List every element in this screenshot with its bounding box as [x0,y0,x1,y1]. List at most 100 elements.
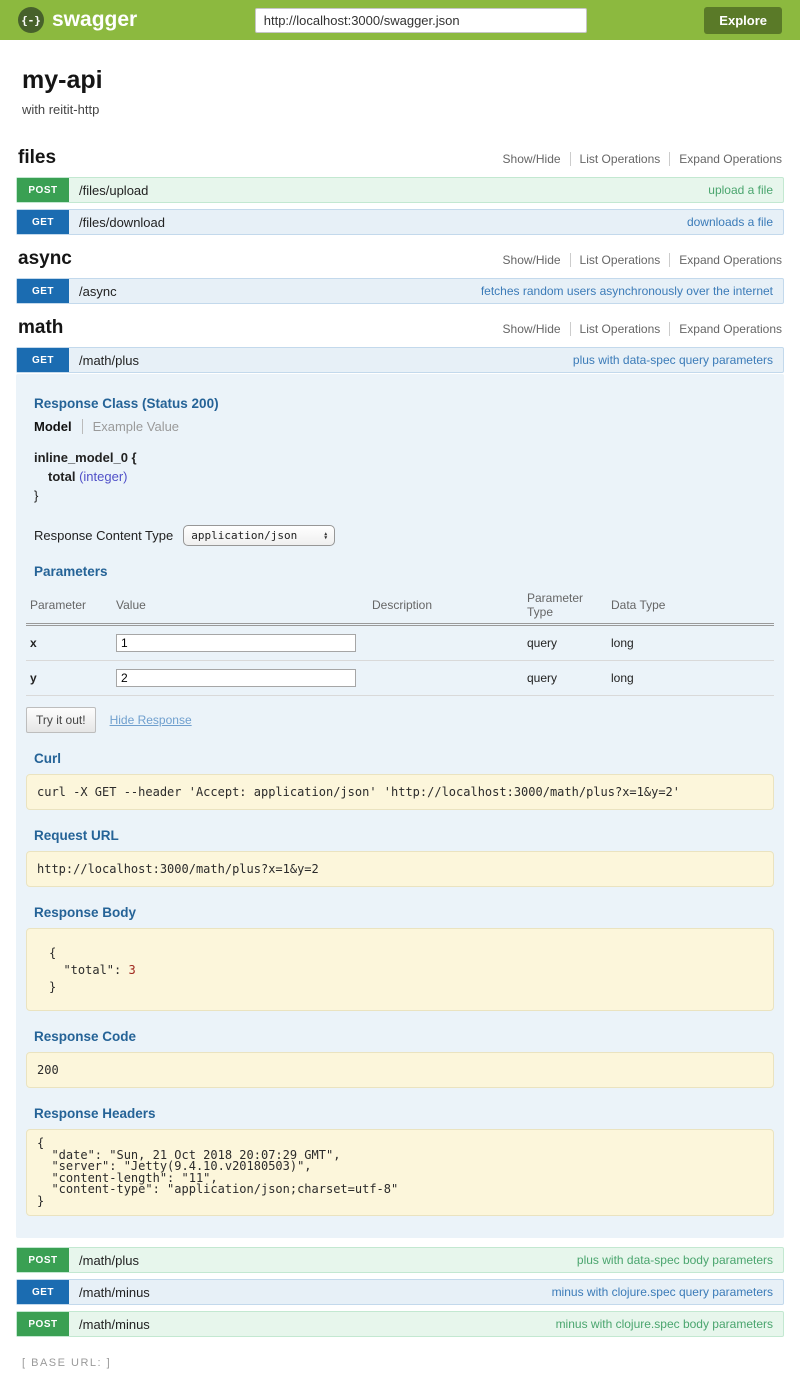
col-data-type: Data Type [607,587,774,625]
operation-row[interactable]: GET /files/download downloads a file [16,209,784,235]
parameters-title: Parameters [34,564,774,579]
request-url-value: http://localhost:3000/math/plus?x=1&y=2 [26,851,774,887]
tab-example-value[interactable]: Example Value [83,419,179,434]
operation-row[interactable]: GET /async fetches random users asynchro… [16,278,784,304]
select-arrows-icon: ▲▼ [324,532,327,540]
col-value: Value [112,587,368,625]
parameter-name: x [26,625,112,661]
swagger-logo-text: swagger [52,8,137,32]
json-open-brace: { [49,945,763,962]
operation-path[interactable]: /files/download [79,215,165,230]
http-method-badge[interactable]: POST [17,1248,69,1272]
response-content-type-label: Response Content Type [34,528,173,543]
operation-summary[interactable]: plus with data-spec body parameters [577,1253,773,1267]
http-method-badge[interactable]: GET [17,1280,69,1304]
http-method-badge[interactable]: POST [17,1312,69,1336]
list-operations-link[interactable]: List Operations [570,152,670,166]
json-total-line: "total": 3 [49,962,763,979]
model-property-name: total [48,469,75,484]
operation-summary[interactable]: minus with clojure.spec body parameters [556,1317,773,1331]
expand-operations-link[interactable]: Expand Operations [669,152,782,166]
operation-path[interactable]: /math/plus [79,353,139,368]
model-open-line: inline_model_0 { [34,448,774,467]
response-headers-code: { "date": "Sun, 21 Oct 2018 20:07:29 GMT… [26,1129,774,1216]
resource-header: math Show/Hide List Operations Expand Op… [18,317,782,339]
explore-button[interactable]: Explore [704,7,782,34]
parameter-row: y query long [26,661,774,696]
operation-path[interactable]: /files/upload [79,183,148,198]
operation-path[interactable]: /async [79,284,117,299]
show-hide-link[interactable]: Show/Hide [494,152,570,166]
top-bar: {-} swagger Explore [0,0,800,40]
operation-summary[interactable]: plus with data-spec query parameters [573,353,773,367]
parameter-data-type: long [607,661,774,696]
parameter-description [368,661,523,696]
response-class-title: Response Class (Status 200) [34,396,774,411]
col-description: Description [368,587,523,625]
resource-header: async Show/Hide List Operations Expand O… [18,248,782,270]
operation-summary[interactable]: minus with clojure.spec query parameters [552,1285,773,1299]
operation-summary[interactable]: downloads a file [687,215,773,229]
operation-path[interactable]: /math/minus [79,1317,150,1332]
parameter-row: x query long [26,625,774,661]
http-method-badge[interactable]: GET [17,348,69,372]
selected-content-type: application/json [191,529,297,542]
show-hide-link[interactable]: Show/Hide [494,322,570,336]
request-url-title: Request URL [34,828,774,843]
response-headers-title: Response Headers [34,1106,774,1121]
parameter-type: query [523,661,607,696]
json-number-value: 3 [128,963,135,977]
resource-links: Show/Hide List Operations Expand Operati… [494,152,782,166]
base-url-footer: [ BASE URL: ] [22,1357,778,1369]
json-key: "total": [63,963,121,977]
tab-model[interactable]: Model [34,419,83,434]
model-property-type: (integer) [79,469,127,484]
col-parameter: Parameter [26,587,112,625]
list-operations-link[interactable]: List Operations [570,253,670,267]
col-parameter-type: Parameter Type [523,587,607,625]
operation-row[interactable]: GET /math/minus minus with clojure.spec … [16,1279,784,1305]
operation-path[interactable]: /math/plus [79,1253,139,1268]
resource-links: Show/Hide List Operations Expand Operati… [494,322,782,336]
operation-detail-panel: Response Class (Status 200) Model Exampl… [16,374,784,1238]
expand-operations-link[interactable]: Expand Operations [669,322,782,336]
list-operations-link[interactable]: List Operations [570,322,670,336]
signature-tabs: Model Example Value [34,419,774,434]
operation-row[interactable]: POST /files/upload upload a file [16,177,784,203]
operation-row[interactable]: POST /math/minus minus with clojure.spec… [16,1311,784,1337]
operation-summary[interactable]: upload a file [708,183,773,197]
parameter-x-input[interactable] [116,634,356,652]
hide-response-link[interactable]: Hide Response [110,713,192,727]
parameter-name: y [26,661,112,696]
operation-row[interactable]: POST /math/plus plus with data-spec body… [16,1247,784,1273]
try-it-out-button[interactable]: Try it out! [26,707,96,733]
resource-async: async Show/Hide List Operations Expand O… [16,248,784,304]
response-code-title: Response Code [34,1029,774,1044]
swagger-logo[interactable]: {-} swagger [18,7,137,33]
resource-math: math Show/Hide List Operations Expand Op… [16,317,784,1337]
http-method-badge[interactable]: GET [17,279,69,303]
spec-url-input[interactable] [255,8,587,33]
resource-header: files Show/Hide List Operations Expand O… [18,147,782,169]
http-method-badge[interactable]: POST [17,178,69,202]
response-body-title: Response Body [34,905,774,920]
operation-summary[interactable]: fetches random users asynchronously over… [481,284,773,298]
parameter-type: query [523,625,607,661]
response-content-type-row: Response Content Type application/json ▲… [34,525,774,546]
parameter-description [368,625,523,661]
operation-path[interactable]: /math/minus [79,1285,150,1300]
curl-title: Curl [34,751,774,766]
parameter-y-input[interactable] [116,669,356,687]
show-hide-link[interactable]: Show/Hide [494,253,570,267]
resource-name[interactable]: async [18,248,72,270]
expand-operations-link[interactable]: Expand Operations [669,253,782,267]
resource-name[interactable]: math [18,317,63,339]
response-code-value: 200 [26,1052,774,1088]
curl-command: curl -X GET --header 'Accept: applicatio… [26,774,774,810]
model-close-line: } [34,486,774,505]
response-content-type-select[interactable]: application/json ▲▼ [183,525,335,546]
resource-name[interactable]: files [18,147,56,169]
json-close-brace: } [49,979,763,996]
operation-row[interactable]: GET /math/plus plus with data-spec query… [16,347,784,373]
http-method-badge[interactable]: GET [17,210,69,234]
